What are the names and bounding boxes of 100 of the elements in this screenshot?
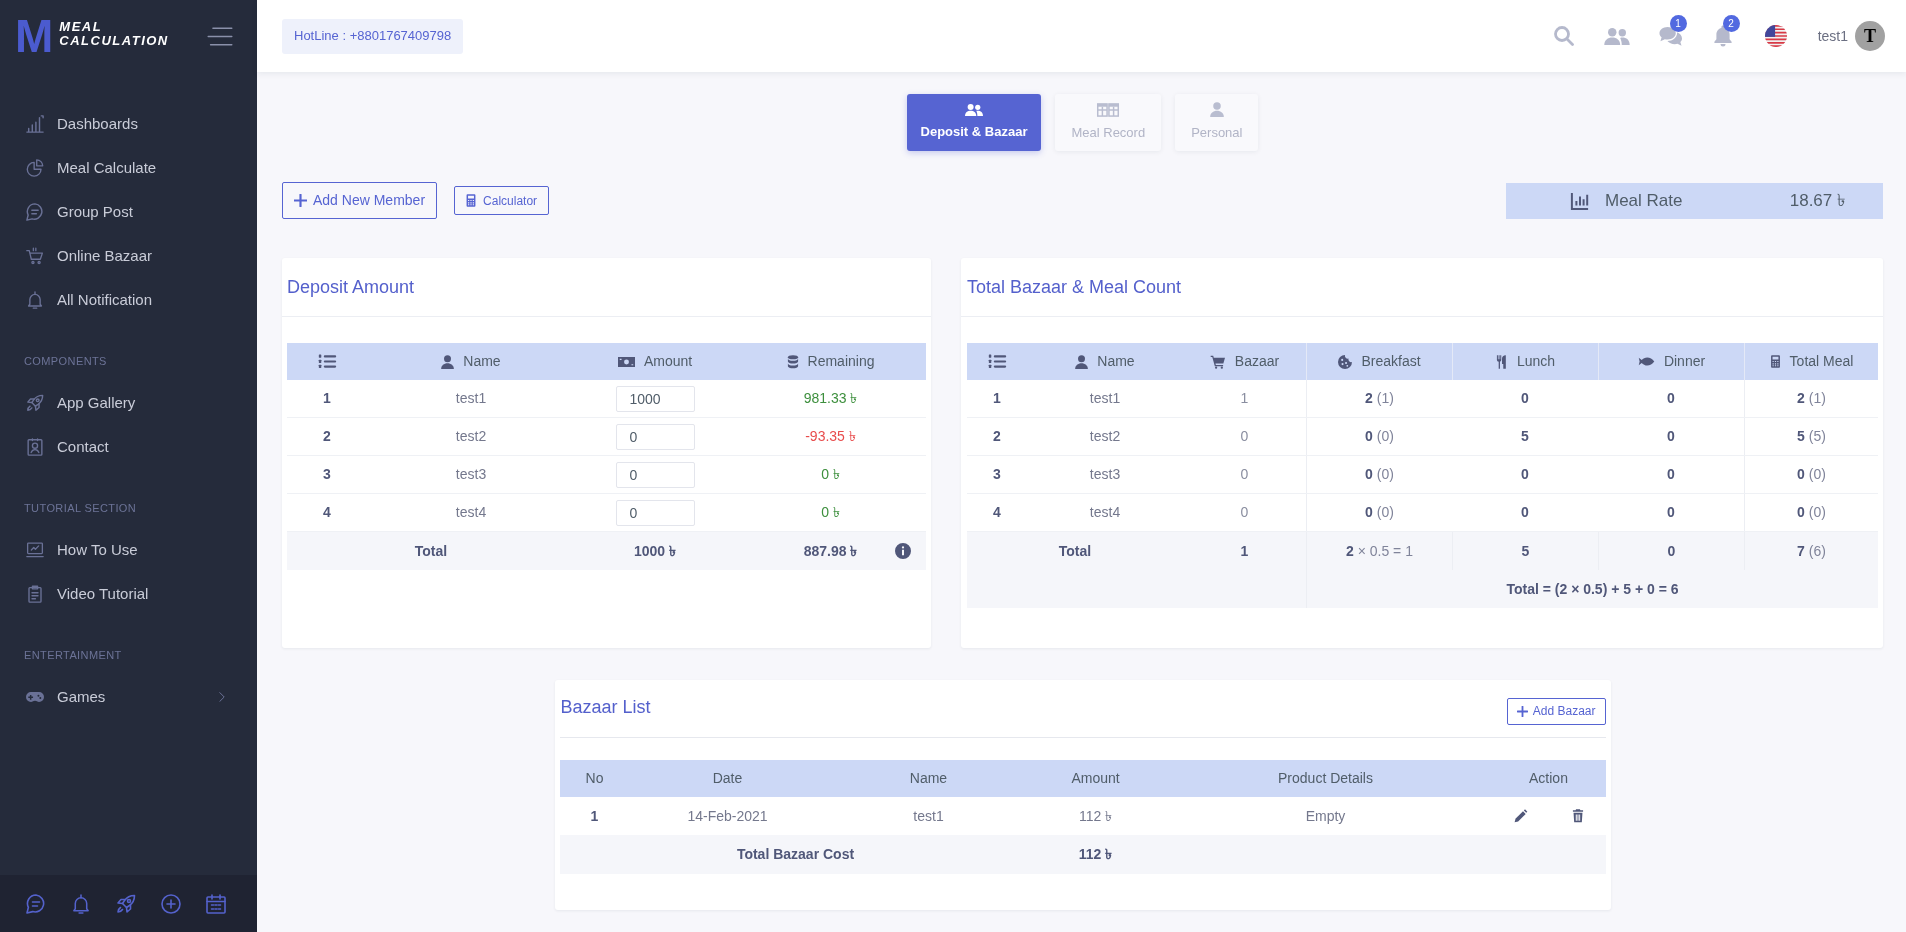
sidebar-item[interactable]: Dashboards bbox=[0, 102, 257, 146]
money-icon bbox=[617, 356, 635, 367]
meal-formula: Total = (2 × 0.5) + 5 + 0 = 6 bbox=[1506, 579, 1679, 599]
flag-icon[interactable] bbox=[1765, 25, 1788, 47]
chat-icon[interactable] bbox=[1658, 26, 1682, 46]
column-header: Bazaar bbox=[1234, 352, 1280, 371]
add-member-button[interactable]: Add New Member bbox=[282, 182, 438, 219]
column-header: Amount bbox=[1071, 769, 1120, 788]
breakfast-count: 0 (0) bbox=[1365, 427, 1394, 446]
total-remaining: 887.98 ৳ bbox=[803, 541, 858, 561]
add-bazaar-button[interactable]: Add Bazaar bbox=[1506, 697, 1606, 725]
edit-icon[interactable] bbox=[1513, 809, 1528, 823]
sidebar-item[interactable]: Games bbox=[0, 675, 257, 719]
lunch-count: 0 bbox=[1521, 465, 1529, 484]
dinner-count: 0 bbox=[1667, 465, 1675, 484]
cart-icon bbox=[1209, 354, 1226, 369]
trash-icon[interactable] bbox=[1571, 809, 1584, 823]
cookie-icon bbox=[1338, 354, 1353, 369]
card-title: Bazaar List bbox=[560, 695, 651, 719]
user-avatar[interactable]: T bbox=[1855, 21, 1885, 51]
sidebar-item[interactable]: Video Tutorial bbox=[0, 572, 257, 616]
rocket-icon[interactable] bbox=[116, 893, 136, 914]
section-heading: COMPONENTS bbox=[23, 353, 108, 369]
sidebar-item[interactable]: Contact bbox=[0, 425, 257, 469]
bazaar-count: 0 bbox=[1240, 465, 1249, 484]
clipboard-icon bbox=[26, 585, 44, 603]
lunch-count: 0 bbox=[1521, 389, 1529, 408]
amount-input[interactable]: 1000 bbox=[615, 385, 695, 412]
remaining-amount: 0 ৳ bbox=[821, 503, 840, 522]
bell-icon[interactable] bbox=[71, 893, 91, 914]
card-title: Total Bazaar & Meal Count bbox=[967, 275, 1182, 299]
total-meal-count: 5 (5) bbox=[1797, 427, 1826, 446]
calculator-icon bbox=[466, 194, 477, 207]
sidebar-item[interactable]: App Gallery bbox=[0, 381, 257, 425]
calendar-icon[interactable] bbox=[206, 893, 226, 914]
row-number: 2 bbox=[993, 427, 1001, 446]
column-header: Amount bbox=[643, 352, 693, 371]
list-icon bbox=[987, 354, 1007, 369]
chat-icon bbox=[26, 203, 44, 221]
chevron-right-icon bbox=[219, 692, 225, 702]
list-icon bbox=[317, 354, 337, 369]
calculator-button[interactable]: Calculator bbox=[454, 186, 550, 215]
users-icon bbox=[965, 103, 983, 117]
total-meal-count: 2 (1) bbox=[1797, 389, 1826, 408]
column-header: Name bbox=[463, 352, 501, 371]
plus-icon bbox=[1516, 705, 1528, 717]
fish-icon bbox=[1637, 357, 1655, 366]
column-header: Dinner bbox=[1663, 352, 1706, 371]
hotline-label: HotLine : +8801767409798 bbox=[282, 18, 464, 54]
contact-card-icon bbox=[26, 438, 44, 456]
sidebar-item[interactable]: All Notification bbox=[0, 278, 257, 322]
row-number: 1 bbox=[323, 389, 331, 408]
member-name: test2 bbox=[1089, 427, 1121, 446]
info-icon[interactable] bbox=[895, 543, 911, 559]
amount-input[interactable]: 0 bbox=[615, 499, 695, 526]
tab[interactable]: Deposit & Bazaar bbox=[906, 94, 1042, 151]
bazaar-amount: 112 ৳ bbox=[1078, 806, 1113, 826]
count-badge: 1 bbox=[1669, 15, 1687, 32]
breakfast-count: 0 (0) bbox=[1365, 503, 1394, 522]
lunch-count: 5 bbox=[1521, 427, 1529, 446]
plus-icon bbox=[294, 194, 307, 207]
bazaar-count: 0 bbox=[1240, 503, 1249, 522]
lunch-count: 0 bbox=[1521, 503, 1529, 522]
sidebar-item[interactable]: Online Bazaar bbox=[0, 234, 257, 278]
database-icon bbox=[786, 354, 799, 369]
column-header: Date bbox=[712, 769, 743, 788]
sidebar-item[interactable]: How To Use bbox=[0, 528, 257, 572]
member-name: test1 bbox=[455, 389, 487, 408]
sidebar-item[interactable]: Group Post bbox=[0, 190, 257, 234]
column-header: Action bbox=[1529, 769, 1568, 788]
plus-circle-icon[interactable] bbox=[161, 893, 181, 914]
total-label: Total Bazaar Cost bbox=[736, 845, 855, 864]
member-name: test4 bbox=[455, 503, 487, 522]
total-meal-count: 0 (0) bbox=[1797, 503, 1826, 522]
amount-input[interactable]: 0 bbox=[615, 423, 695, 450]
remaining-amount: 0 ৳ bbox=[821, 465, 840, 484]
amount-input[interactable]: 0 bbox=[615, 461, 695, 488]
row-number: 4 bbox=[993, 503, 1001, 522]
column-header: Lunch bbox=[1516, 352, 1556, 371]
logo-letter: M bbox=[15, 14, 53, 58]
user-name[interactable]: test1 bbox=[1817, 25, 1848, 47]
dinner-count: 0 bbox=[1667, 427, 1675, 446]
product-details: Empty bbox=[1305, 806, 1346, 826]
dinner-count: 0 bbox=[1667, 503, 1675, 522]
breakfast-count: 0 (0) bbox=[1365, 465, 1394, 484]
row-number: 3 bbox=[323, 465, 331, 484]
member-name: test2 bbox=[455, 427, 487, 446]
bell-icon[interactable] bbox=[1714, 25, 1733, 47]
column-header: Breakfast bbox=[1361, 352, 1421, 371]
monitor-icon bbox=[26, 541, 44, 559]
column-header: Name bbox=[1097, 352, 1135, 371]
sidebar-item[interactable]: Meal Calculate bbox=[0, 146, 257, 190]
rocket-icon bbox=[26, 394, 44, 412]
menu-icon[interactable] bbox=[207, 26, 233, 46]
chat-icon[interactable] bbox=[26, 893, 46, 914]
bar-chart-icon bbox=[26, 115, 44, 133]
remaining-amount: -93.35 ৳ bbox=[805, 427, 856, 446]
total-label: Total bbox=[1058, 541, 1092, 561]
logo-text: MEAL bbox=[59, 20, 104, 34]
meal-rate-label: Meal Rate bbox=[1605, 189, 1683, 212]
